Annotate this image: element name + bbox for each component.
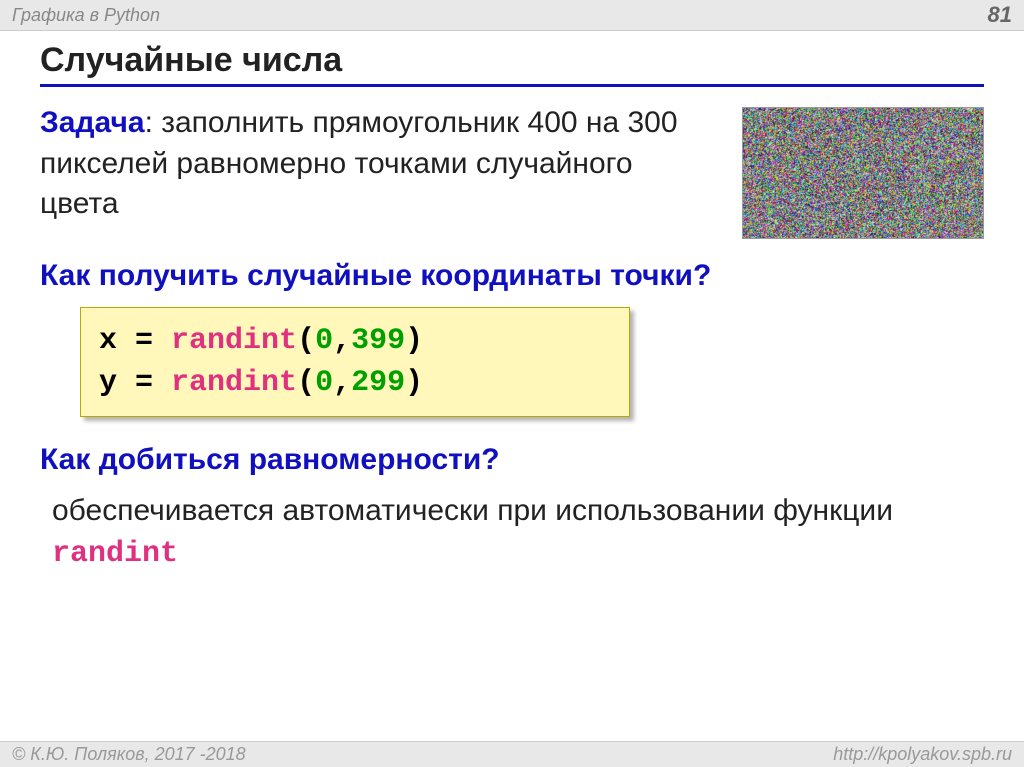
answer-text: обеспечивается автоматически при использ… [52,491,984,574]
random-noise-image [742,107,984,239]
footer-copyright: © К.Ю. Поляков, 2017 -2018 [12,744,246,765]
task-label: Задача [40,106,145,139]
header-bar: Графика в Python 81 [0,0,1024,31]
answer-fn: randint [52,537,178,571]
footer-bar: © К.Ю. Поляков, 2017 -2018 http://kpolya… [0,741,1024,767]
code-box: x = randint(0,399) y = randint(0,299) [80,307,630,417]
page-number: 81 [988,2,1012,28]
task-row: Задача: заполнить прямоугольник 400 на 3… [40,103,984,239]
footer-url: http://kpolyakov.spb.ru [833,744,1012,765]
header-title: Графика в Python [12,5,160,26]
question-uniformity: Как добиться равномерности? [40,443,984,477]
slide-content: Случайные числа Задача: заполнить прямоу… [0,31,1024,574]
code-line-1: x = randint(0,399) [99,320,611,362]
question-coords: Как получить случайные координаты точки? [40,259,984,293]
code-line-2: y = randint(0,299) [99,362,611,404]
slide-title: Случайные числа [40,41,984,87]
task-text: Задача: заполнить прямоугольник 400 на 3… [40,103,712,225]
